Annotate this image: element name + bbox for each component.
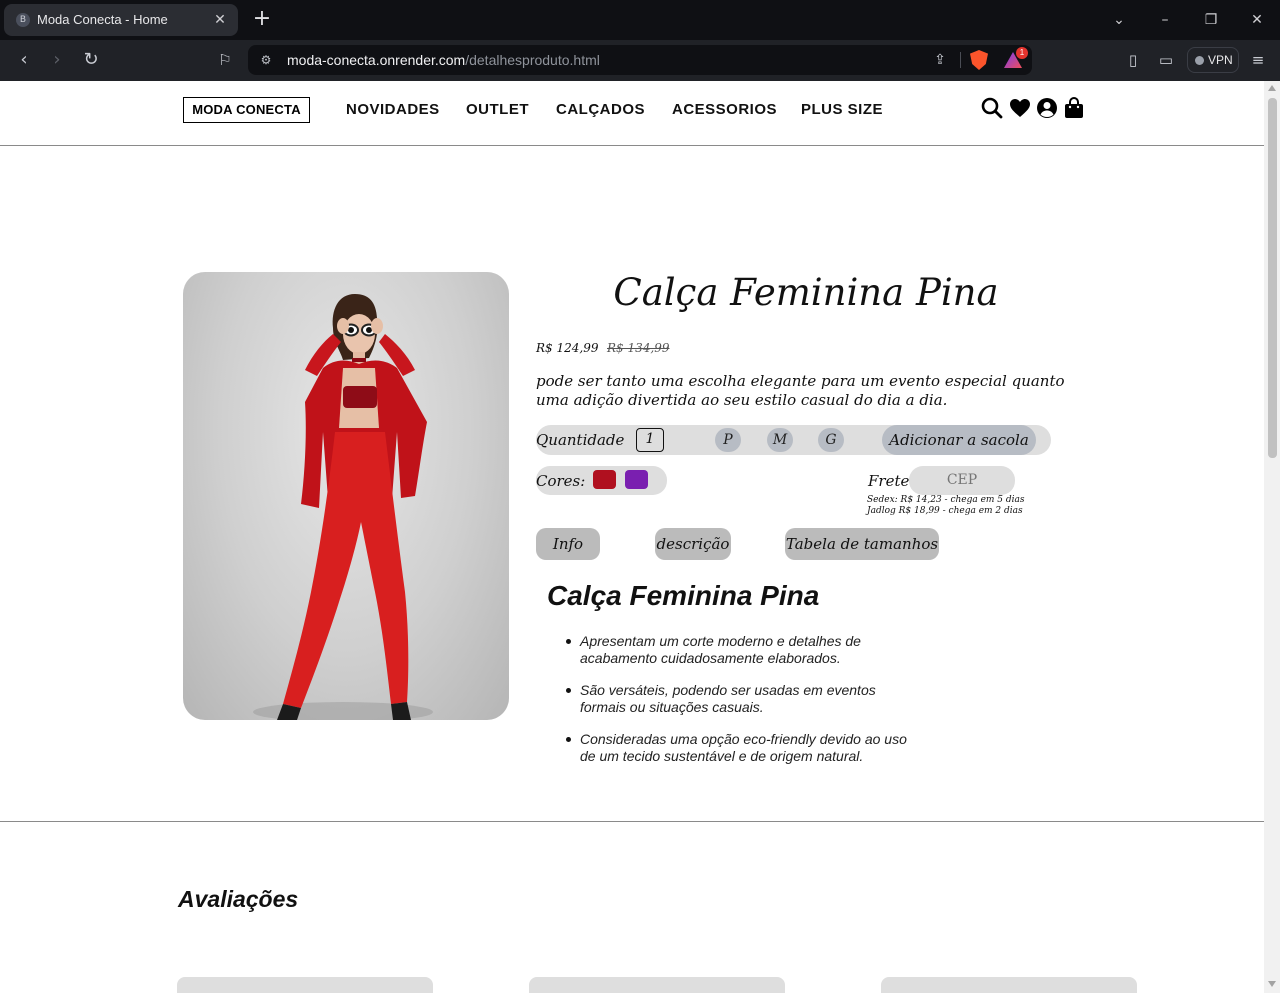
size-button-p[interactable]: P — [715, 428, 741, 452]
bookmark-icon[interactable]: ⚐ — [213, 48, 237, 72]
info-section-title: Calça Feminina Pina — [547, 580, 820, 611]
tab-search-chevron-icon[interactable]: ⌄ — [1107, 8, 1131, 32]
nav-plus-size[interactable]: PLUS SIZE — [801, 101, 883, 118]
section-divider — [0, 821, 1264, 822]
url-text[interactable]: moda-conecta.onrender.com/detalhesprodut… — [287, 52, 600, 68]
reviews-title: Avaliações — [178, 886, 299, 912]
close-tab-icon[interactable]: ✕ — [210, 10, 230, 30]
site-logo[interactable]: MODA CONECTA — [183, 97, 310, 123]
info-bullet-list: Apresentam um corte moderno e detalhes d… — [566, 633, 920, 780]
nav-outlet[interactable]: OUTLET — [466, 101, 529, 118]
price-current: R$ 124,99 — [536, 341, 599, 355]
tab-info[interactable]: Info — [536, 528, 600, 560]
nav-novidades[interactable]: NOVIDADES — [346, 101, 440, 118]
user-account-icon[interactable] — [1035, 96, 1059, 120]
wallet-icon[interactable]: ▭ — [1155, 50, 1177, 70]
close-window-button[interactable]: ✕ — [1245, 8, 1269, 32]
shipping-option-jadlog: Jadlog R$ 18,99 - chega em 2 dias — [867, 506, 1023, 516]
quantity-input[interactable]: 1 — [636, 428, 664, 452]
url-divider — [960, 52, 961, 68]
vpn-status-icon — [1195, 56, 1204, 65]
nav-calcados[interactable]: CALÇADOS — [556, 101, 645, 118]
review-card — [881, 977, 1137, 993]
review-card — [177, 977, 433, 993]
forward-arrow-icon[interactable]: › — [45, 48, 69, 72]
share-icon[interactable]: ⇪ — [930, 50, 950, 70]
address-bar[interactable]: ⚙ moda-conecta.onrender.com/detalhesprod… — [248, 45, 1032, 75]
site-favicon-icon: B — [16, 13, 30, 27]
scroll-up-arrow-icon[interactable] — [1268, 85, 1276, 91]
review-card — [529, 977, 785, 993]
size-button-g[interactable]: G — [818, 428, 844, 452]
product-image — [183, 272, 509, 720]
browser-tab-active[interactable]: B Moda Conecta - Home ✕ — [4, 4, 238, 36]
sidebar-toggle-icon[interactable]: ▯ — [1122, 50, 1144, 70]
shopping-bag-icon[interactable] — [1062, 96, 1086, 120]
restore-window-button[interactable]: ❐ — [1199, 8, 1223, 32]
add-to-bag-button[interactable]: Adicionar a sacola — [882, 425, 1036, 455]
heart-icon[interactable] — [1008, 96, 1032, 120]
nav-acessorios[interactable]: ACESSORIOS — [672, 101, 777, 118]
site-settings-icon[interactable]: ⚙ — [258, 52, 274, 68]
scrollbar-thumb[interactable] — [1268, 98, 1277, 458]
rewards-badge: 1 — [1016, 47, 1028, 59]
product-title: Calça Feminina Pina — [613, 271, 999, 314]
purchase-options-bar: Quantidade 1 P M G Adicionar a sacola — [536, 425, 1051, 455]
color-swatch-red[interactable] — [593, 470, 616, 489]
site-header: MODA CONECTA NOVIDADES OUTLET CALÇADOS A… — [0, 81, 1264, 146]
scroll-down-arrow-icon[interactable] — [1268, 981, 1276, 987]
product-description: pode ser tanto uma escolha elegante para… — [536, 372, 1065, 409]
color-swatch-purple[interactable] — [625, 470, 648, 489]
price-original: R$ 134,99 — [607, 341, 670, 355]
browser-menu-icon[interactable]: ≡ — [1247, 50, 1269, 70]
colors-label: Cores: — [536, 472, 586, 490]
info-bullet: São versáteis, podendo ser usadas em eve… — [566, 682, 920, 716]
vpn-button[interactable]: VPN — [1187, 47, 1239, 73]
tab-tabela-de-tamanhos[interactable]: Tabela de tamanhos — [785, 528, 939, 560]
brave-shields-icon[interactable] — [970, 50, 988, 70]
page-scrollbar[interactable] — [1264, 81, 1280, 993]
info-bullet: Consideradas uma opção eco-friendly devi… — [566, 731, 920, 765]
reload-icon[interactable]: ↻ — [79, 48, 103, 72]
back-arrow-icon[interactable]: ‹ — [12, 48, 36, 72]
vpn-label: VPN — [1208, 53, 1233, 67]
tab-title: Moda Conecta - Home — [37, 12, 168, 27]
model-in-red-suit-illustration — [253, 294, 433, 720]
frete-label: Frete: — [868, 472, 915, 490]
info-bullet: Apresentam um corte moderno e detalhes d… — [566, 633, 920, 667]
quantity-label: Quantidade — [536, 431, 625, 449]
browser-tab-strip: B Moda Conecta - Home ✕ + ⌄ – ❐ ✕ — [0, 0, 1280, 40]
tab-descricao[interactable]: descrição — [655, 528, 731, 560]
new-tab-button[interactable]: + — [250, 8, 274, 32]
minimize-window-button[interactable]: – — [1153, 8, 1177, 32]
color-options: Cores: — [536, 466, 667, 495]
shipping-option-sedex: Sedex: R$ 14,23 - chega em 5 dias — [867, 495, 1025, 505]
cep-input[interactable] — [909, 466, 1015, 495]
web-page: MODA CONECTA NOVIDADES OUTLET CALÇADOS A… — [0, 81, 1264, 993]
search-icon[interactable] — [980, 96, 1004, 120]
size-button-m[interactable]: M — [767, 428, 793, 452]
